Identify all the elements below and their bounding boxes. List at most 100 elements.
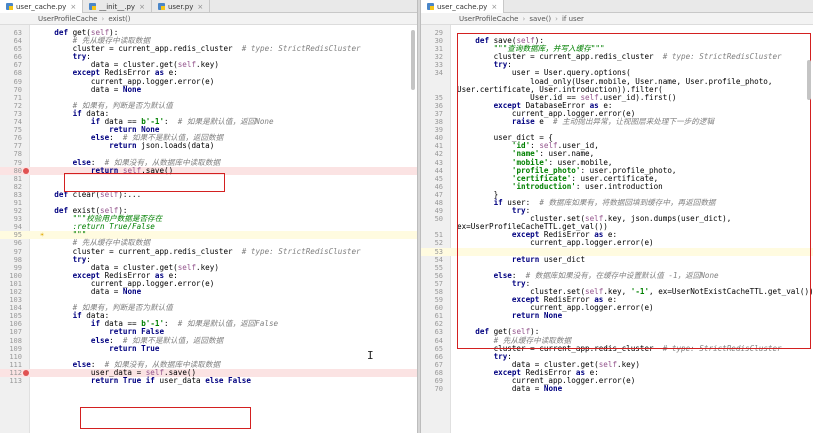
line-number[interactable]: 42 — [421, 150, 443, 158]
line-number[interactable]: 71 — [0, 94, 22, 102]
close-icon[interactable]: × — [197, 3, 203, 11]
line-number[interactable]: 63 — [0, 29, 22, 37]
code-text[interactable]: return user_dict — [457, 255, 585, 264]
line-number[interactable]: 110 — [0, 353, 22, 361]
code-line[interactable]: 109 return True — [0, 344, 417, 353]
line-number[interactable]: 68 — [0, 69, 22, 77]
code-line[interactable]: 54 return user_dict — [421, 255, 813, 264]
line-number[interactable]: 101 — [0, 280, 22, 288]
close-icon[interactable]: × — [491, 3, 497, 11]
line-number[interactable]: 93 — [0, 215, 22, 223]
line-number[interactable]: 97 — [0, 248, 22, 256]
code-line[interactable]: 81 — [0, 175, 417, 183]
line-number[interactable]: 104 — [0, 304, 22, 312]
line-number[interactable]: 56 — [421, 272, 443, 280]
line-number[interactable]: 59 — [421, 296, 443, 304]
code-line[interactable]: 52 current_app.logger.error(e) — [421, 239, 813, 248]
line-number[interactable]: 79 — [0, 159, 22, 167]
line-number[interactable]: 100 — [0, 272, 22, 280]
line-number[interactable]: 34 — [421, 69, 443, 77]
breakpoint-icon[interactable] — [23, 369, 29, 376]
line-number[interactable]: 64 — [421, 337, 443, 345]
line-number[interactable]: 54 — [421, 256, 443, 264]
code-line[interactable]: 80 return self.save() — [0, 166, 417, 175]
line-number[interactable]: 38 — [421, 118, 443, 126]
close-icon[interactable]: × — [139, 3, 145, 11]
breadcrumb-item[interactable]: UserProfileCache — [38, 15, 98, 23]
line-number[interactable]: 36 — [421, 102, 443, 110]
line-number[interactable]: 69 — [421, 377, 443, 385]
line-number[interactable]: 78 — [0, 150, 22, 158]
line-number[interactable]: 76 — [0, 134, 22, 142]
code-line[interactable]: 38 raise e # 主动抛出异常，让视图层来处理下一步的逻辑 — [421, 117, 813, 126]
code-line[interactable]: 70 data = None — [421, 385, 813, 394]
line-number[interactable]: 44 — [421, 167, 443, 175]
breadcrumb-item[interactable]: exist() — [108, 15, 130, 23]
line-number[interactable]: 72 — [0, 102, 22, 110]
line-number[interactable]: 49 — [421, 207, 443, 215]
scrollbar[interactable] — [807, 60, 811, 100]
line-number[interactable]: 82 — [0, 183, 22, 191]
code-text[interactable]: return json.loads(data) — [36, 142, 214, 150]
code-line[interactable]: 77 return json.loads(data) — [0, 142, 417, 151]
line-number[interactable]: 43 — [421, 159, 443, 167]
line-number[interactable]: 45 — [421, 175, 443, 183]
line-number[interactable]: 111 — [0, 361, 22, 369]
line-number[interactable]: 32 — [421, 53, 443, 61]
line-number[interactable]: 65 — [0, 45, 22, 53]
line-number[interactable]: 74 — [0, 118, 22, 126]
code-text[interactable]: data = None — [457, 385, 562, 393]
line-number[interactable]: 52 — [421, 239, 443, 247]
code-area[interactable]: 29 30 def save(self): 31 """查询数据库，并写入缓存"""… — [421, 25, 813, 433]
line-number[interactable]: 30 — [421, 37, 443, 45]
line-number[interactable]: 98 — [0, 256, 22, 264]
line-number[interactable]: 62 — [421, 320, 443, 328]
line-number[interactable]: 63 — [421, 328, 443, 336]
code-text[interactable]: current_app.logger.error(e) — [457, 239, 653, 247]
line-number[interactable]: 70 — [421, 385, 443, 393]
line-number[interactable]: 66 — [0, 53, 22, 61]
code-text[interactable]: return True — [36, 344, 159, 353]
line-number[interactable]: 70 — [0, 86, 22, 94]
line-number[interactable]: 60 — [421, 304, 443, 312]
code-area[interactable]: 63 def get(self): 64 # 先从缓存中读取数据 65 cluste… — [0, 25, 417, 433]
line-number[interactable]: 48 — [421, 199, 443, 207]
line-number[interactable]: 40 — [421, 134, 443, 142]
line-number[interactable]: 92 — [0, 207, 22, 215]
code-line[interactable]: 70 data = None — [0, 85, 417, 94]
line-number[interactable]: 96 — [0, 239, 22, 247]
line-number[interactable]: 94 — [0, 223, 22, 231]
line-number[interactable]: 31 — [421, 45, 443, 53]
line-number[interactable]: 53 — [421, 248, 443, 256]
line-number[interactable]: 95 — [0, 231, 22, 239]
line-number[interactable]: 51 — [421, 231, 443, 239]
code-text[interactable]: data = None — [36, 287, 141, 296]
line-number[interactable]: 55 — [421, 264, 443, 272]
line-number[interactable]: 69 — [0, 78, 22, 86]
line-number[interactable]: 46 — [421, 183, 443, 191]
line-number[interactable]: 103 — [0, 296, 22, 304]
code-line[interactable]: 113 return True if user_data else False — [0, 376, 417, 385]
line-number[interactable]: 61 — [421, 312, 443, 320]
line-number[interactable]: 112 — [0, 369, 22, 377]
line-number[interactable]: 29 — [421, 29, 443, 37]
line-number[interactable]: 108 — [0, 337, 22, 345]
line-number[interactable]: 65 — [421, 345, 443, 353]
breakpoint-icon[interactable] — [23, 167, 29, 174]
line-number[interactable]: 68 — [421, 369, 443, 377]
line-number[interactable]: 83 — [0, 191, 22, 199]
tab-user-cache[interactable]: user_cache.py × — [0, 0, 84, 13]
line-number[interactable]: 77 — [0, 142, 22, 150]
line-number[interactable]: 75 — [0, 126, 22, 134]
line-number[interactable]: 102 — [0, 288, 22, 296]
close-icon[interactable]: × — [70, 3, 76, 11]
line-number[interactable]: 107 — [0, 328, 22, 336]
code-text[interactable]: def clear(self):... — [36, 190, 141, 199]
line-number[interactable]: 91 — [0, 199, 22, 207]
line-number[interactable]: 106 — [0, 320, 22, 328]
line-number[interactable]: 99 — [0, 264, 22, 272]
line-number[interactable]: 35 — [421, 94, 443, 102]
code-text[interactable]: return self.save() — [36, 166, 173, 175]
breadcrumb-item[interactable]: UserProfileCache — [459, 15, 519, 23]
breadcrumb-item[interactable]: save() — [529, 15, 551, 23]
